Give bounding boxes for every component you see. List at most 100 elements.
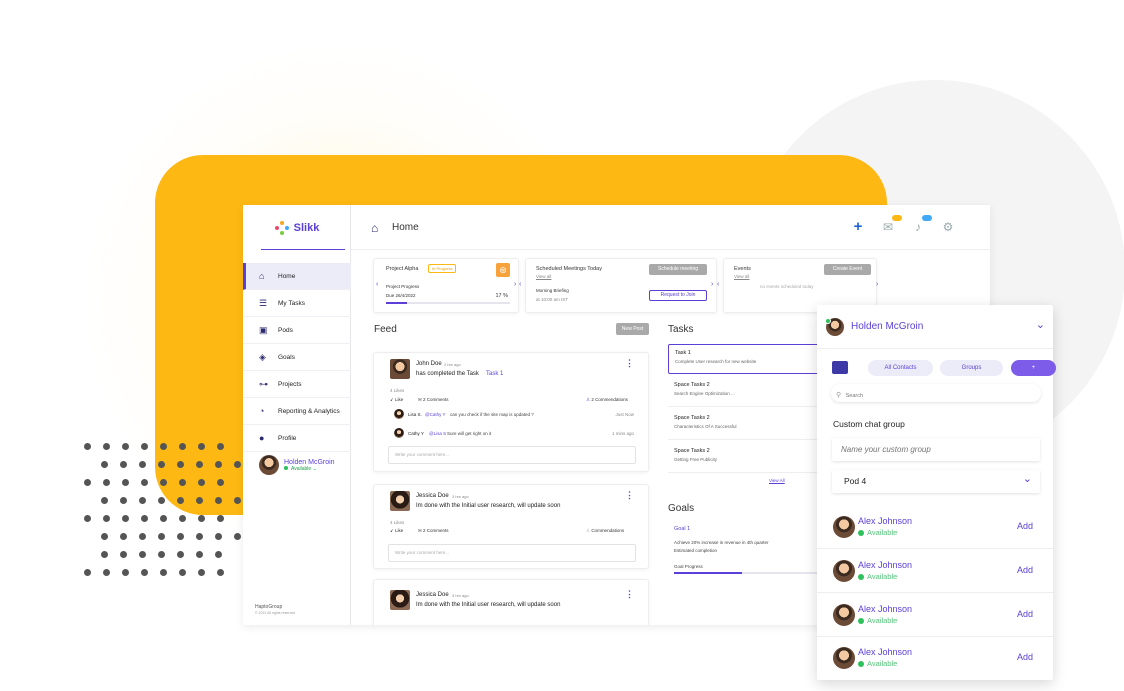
dot xyxy=(177,497,184,504)
bell-icon[interactable]: ♪ xyxy=(911,215,932,234)
status-dot xyxy=(858,618,864,625)
commendations-button[interactable]: ♙ 2 Commendations xyxy=(586,397,628,403)
comments-label: 2 Comments xyxy=(423,528,449,533)
sidebar-item-profile[interactable]: ● Profile xyxy=(243,425,351,452)
sidebar-item-pods[interactable]: ▣ Pods xyxy=(243,317,351,344)
chevron-left-icon[interactable]: ‹ xyxy=(376,281,378,288)
custom-group-field[interactable] xyxy=(832,438,1040,461)
avatar xyxy=(394,409,404,419)
new-post-button[interactable]: New Post xyxy=(616,323,649,335)
task-item[interactable]: Space Tasks 2 Search Engine Optimization… xyxy=(668,377,828,407)
post-author[interactable]: John Doe xyxy=(416,361,442,367)
like-button[interactable]: ➹ Like xyxy=(390,528,403,534)
tasks-title: Tasks xyxy=(668,324,694,335)
add-group-button[interactable]: + xyxy=(1011,360,1056,376)
post-author-avatar xyxy=(390,491,410,511)
chat-panel: Holden McGroin ⌄ All Contacts Groups + ⚲… xyxy=(817,305,1056,680)
pod-select[interactable]: Pod 4 ⌄ xyxy=(832,470,1040,493)
add-contact-button[interactable]: Add xyxy=(1017,521,1033,531)
tasks-view-all-link[interactable]: View All xyxy=(769,478,785,483)
goal-card[interactable]: Goal 1 Achieve 20% increase in revenue i… xyxy=(668,519,828,589)
custom-group-title: Custom chat group xyxy=(833,419,905,429)
search-input[interactable] xyxy=(845,393,1026,399)
sidebar-item-my-tasks[interactable]: ☰ My Tasks xyxy=(243,290,351,317)
add-icon[interactable]: + xyxy=(851,219,865,234)
more-options-icon[interactable]: ⋮ xyxy=(625,589,634,600)
avatar xyxy=(833,516,855,538)
reply-mention[interactable]: @Cathy Y xyxy=(425,412,446,417)
post-time: 2 hrs ago xyxy=(444,362,461,367)
search-field[interactable]: ⚲ xyxy=(831,384,1041,402)
post-author[interactable]: Jessica Doe xyxy=(416,493,449,499)
dot xyxy=(215,497,222,504)
post-task-link[interactable]: Task 1 xyxy=(486,371,503,377)
mail-badge xyxy=(892,215,902,221)
sidebar-item-projects[interactable]: ⊶ Projects xyxy=(243,371,351,398)
sidebar-item-reporting[interactable]: ◔ Reporting & Analytics xyxy=(243,398,351,425)
meetings-view-all[interactable]: View all xyxy=(536,274,551,279)
more-options-icon[interactable]: ⋮ xyxy=(625,358,634,369)
avatar xyxy=(394,428,404,438)
dot xyxy=(103,569,110,576)
dot xyxy=(122,443,129,450)
chevron-right-icon[interactable]: › xyxy=(711,281,713,288)
sidebar-item-goals[interactable]: ◈ Goals xyxy=(243,344,351,371)
schedule-meeting-button[interactable]: Schedule meeting xyxy=(649,264,707,275)
commendations-label: Commendations xyxy=(591,528,625,533)
contact-name: Alex Johnson xyxy=(858,647,913,657)
tab-all-contacts[interactable]: All Contacts xyxy=(868,360,933,376)
dot xyxy=(234,497,241,504)
request-to-join-button[interactable]: Request to Join xyxy=(649,290,707,301)
feed-post: Jessica Doe 3 hrs ago Im done with the I… xyxy=(373,484,649,569)
dot xyxy=(217,479,224,486)
chevron-left-icon[interactable]: ‹ xyxy=(717,281,719,288)
more-options-icon[interactable]: ⋮ xyxy=(625,490,634,501)
comment-input[interactable]: Write your comment here... xyxy=(388,544,636,562)
project-progress-label: Project Progress xyxy=(386,284,420,289)
custom-group-input[interactable] xyxy=(832,438,1032,461)
contact-name: Alex Johnson xyxy=(858,560,913,570)
comments-button[interactable]: ✉ 2 Comments xyxy=(418,528,449,534)
like-button[interactable]: ➹ Like xyxy=(390,397,403,403)
add-contact-button[interactable]: Add xyxy=(1017,609,1033,619)
sidebar-item-home[interactable]: ⌂ Home xyxy=(243,263,351,290)
pod-select-value: Pod 4 xyxy=(844,476,867,486)
add-contact-button[interactable]: Add xyxy=(1017,652,1033,662)
gear-icon[interactable]: ⚙ xyxy=(941,220,955,234)
chevron-right-icon[interactable]: › xyxy=(514,281,516,288)
chevron-down-icon[interactable]: ⌄ xyxy=(1036,318,1045,331)
reply-mention[interactable]: @Lisa S xyxy=(429,431,446,436)
brand-logo[interactable]: Slikk xyxy=(243,205,351,250)
dot xyxy=(101,497,108,504)
add-contact-button[interactable]: Add xyxy=(1017,565,1033,575)
status-label: Available ⌄ xyxy=(291,465,317,472)
comments-button[interactable]: ✉ 2 Comments xyxy=(418,397,449,403)
page-title: Home xyxy=(392,222,419,233)
project-card[interactable]: Project Alpha In Progress ⊛ ‹ Project Pr… xyxy=(373,258,519,313)
create-event-button[interactable]: Create Event xyxy=(824,264,871,275)
tab-groups[interactable]: Groups xyxy=(940,360,1003,376)
meetings-title: Scheduled Meetings Today xyxy=(536,266,602,272)
task-item[interactable]: Space Tasks 2 Characteristics Of A Succe… xyxy=(668,410,828,440)
contact-row: Alex Johnson Available Add xyxy=(817,505,1053,549)
task-item[interactable]: Task 1 Complete User research for new we… xyxy=(668,344,828,374)
post-author[interactable]: Jessica Doe xyxy=(416,592,449,598)
chevron-left-icon[interactable]: ‹ xyxy=(519,281,521,288)
commendations-label: 2 Commendations xyxy=(591,397,628,402)
like-label: Like xyxy=(395,528,404,533)
status-dot xyxy=(858,574,864,581)
comment-input[interactable]: Write your comment here... xyxy=(388,446,636,464)
user-status[interactable]: Available ⌄ xyxy=(284,466,335,472)
task-item[interactable]: Space Tasks 2 Getting Free Publicity xyxy=(668,443,828,473)
events-view-all[interactable]: View all xyxy=(734,274,749,279)
project-type-icon: ⊛ xyxy=(496,263,510,277)
sidebar-user[interactable]: Holden McGroin Available ⌄ xyxy=(259,455,335,475)
chevron-right-icon[interactable]: › xyxy=(876,281,878,288)
brand-name: Slikk xyxy=(293,221,320,234)
sidebar: Slikk ⌂ Home ☰ My Tasks ▣ Pods ◈ Goals ⊶… xyxy=(243,205,351,625)
dot xyxy=(179,569,186,576)
avatar xyxy=(833,560,855,582)
commendations-button[interactable]: ♙ Commendations xyxy=(586,528,624,534)
sidebar-item-label: My Tasks xyxy=(278,299,305,307)
mail-icon[interactable]: ✉ xyxy=(881,215,902,234)
